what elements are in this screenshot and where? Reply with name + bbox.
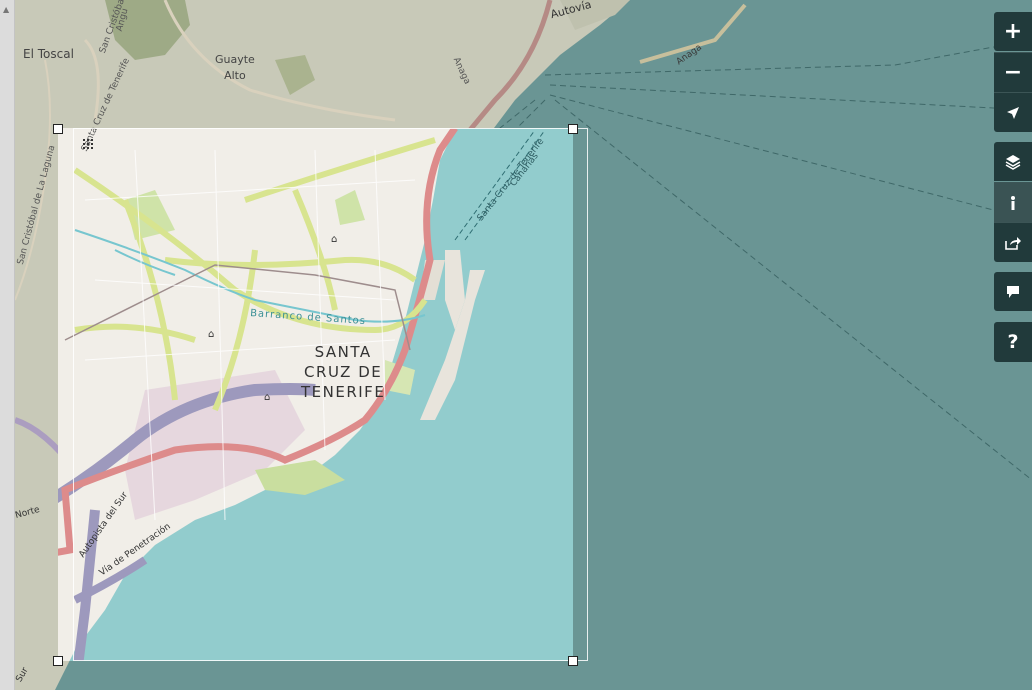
layers-icon <box>1005 154 1021 170</box>
crop-handle-bottom-left[interactable] <box>53 656 63 666</box>
crop-selection-frame[interactable] <box>73 128 588 661</box>
comment-button[interactable] <box>994 272 1032 311</box>
place-label-el-toscal: El Toscal <box>23 47 74 61</box>
locate-button[interactable] <box>994 92 1032 132</box>
info-button[interactable] <box>994 182 1032 223</box>
locate-icon <box>1007 106 1019 119</box>
zoom-in-button[interactable]: + <box>994 12 1032 51</box>
zoom-out-button[interactable]: − <box>994 52 1032 92</box>
vertical-scrollbar[interactable]: ▲ <box>0 0 15 690</box>
place-label-guayte-alto: Guayte Alto <box>215 53 255 82</box>
help-button[interactable]: ? <box>994 322 1032 362</box>
share-button[interactable] <box>994 222 1032 262</box>
help-icon: ? <box>1007 331 1019 353</box>
scroll-up-arrow-icon[interactable]: ▲ <box>3 6 9 14</box>
zoom-out-icon: − <box>1003 60 1023 85</box>
comment-icon <box>1007 285 1019 298</box>
map-viewport[interactable]: ⌂ ⌂ ⌂ El Toscal Guayte Alto SANTA CRUZ D… <box>15 0 1032 690</box>
crop-handle-bottom-right[interactable] <box>568 656 578 666</box>
info-icon <box>1011 196 1015 210</box>
crop-handle-top-left[interactable] <box>53 124 63 134</box>
share-icon <box>1005 236 1021 250</box>
layers-button[interactable] <box>994 142 1032 181</box>
crop-handle-top-right[interactable] <box>568 124 578 134</box>
zoom-in-icon: + <box>1003 19 1023 44</box>
